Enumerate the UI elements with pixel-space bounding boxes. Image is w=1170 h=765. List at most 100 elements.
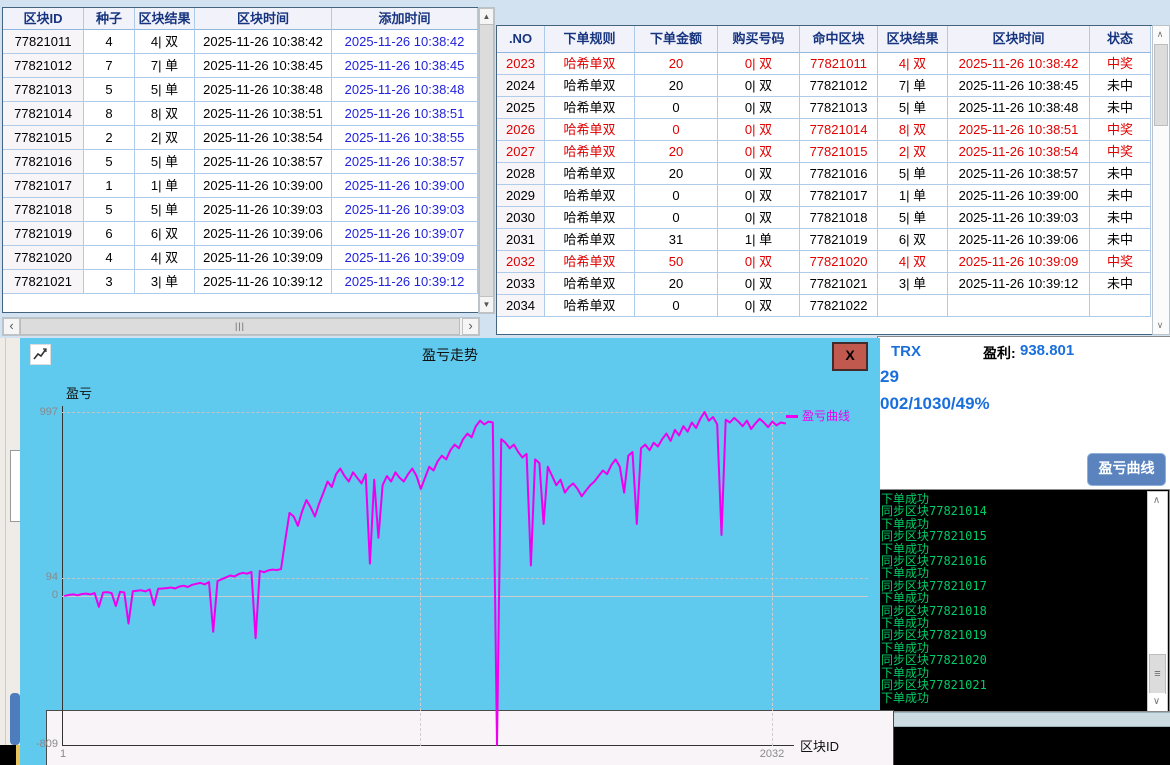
column-header[interactable]: 区块ID bbox=[3, 8, 84, 30]
table-row[interactable]: 7782101522| 双2025-11-26 10:38:542025-11-… bbox=[3, 126, 479, 150]
table-cell: 8| 双 bbox=[878, 119, 948, 141]
table-row[interactable]: 2024哈希单双200| 双778210127| 单2025-11-26 10:… bbox=[497, 75, 1153, 97]
table-cell: 3| 单 bbox=[135, 270, 195, 294]
table-row[interactable]: 7782102133| 单2025-11-26 10:39:122025-11-… bbox=[3, 270, 479, 294]
scroll-right-icon[interactable]: › bbox=[462, 318, 479, 335]
table-cell: 2025-11-26 10:38:42 bbox=[948, 53, 1090, 75]
x-axis-label: 区块ID bbox=[800, 736, 839, 755]
table-cell: 2025 bbox=[497, 97, 545, 119]
table-row[interactable]: 7782101277| 单2025-11-26 10:38:452025-11-… bbox=[3, 54, 479, 78]
table-cell: 未中 bbox=[1090, 97, 1151, 119]
table-cell: 哈希单双 bbox=[545, 273, 635, 295]
table-cell: 20 bbox=[635, 53, 718, 75]
table-cell: 2025-11-26 10:38:45 bbox=[332, 54, 478, 78]
table-cell: 2025-11-26 10:38:57 bbox=[195, 150, 332, 174]
column-header[interactable]: 下单金额 bbox=[635, 26, 718, 53]
scrollbar-thumb[interactable] bbox=[1154, 44, 1168, 126]
table-cell: 中奖 bbox=[1090, 251, 1151, 273]
table-cell: 5| 单 bbox=[878, 163, 948, 185]
console-line: 下单成功 bbox=[881, 567, 987, 579]
table-row[interactable]: 7782102044| 双2025-11-26 10:39:092025-11-… bbox=[3, 246, 479, 270]
table-cell: 2 bbox=[84, 126, 135, 150]
scroll-up-icon[interactable]: ▲ bbox=[479, 8, 494, 25]
table-cell: 77821017 bbox=[3, 174, 84, 198]
orders-table-vscrollbar[interactable]: ∧ ∨ bbox=[1152, 25, 1170, 335]
table-row[interactable]: 2032哈希单双500| 双778210204| 双2025-11-26 10:… bbox=[497, 251, 1153, 273]
window-titlebar[interactable]: 盈亏走势 X bbox=[20, 338, 880, 371]
column-header[interactable]: 区块结果 bbox=[135, 8, 195, 30]
table-cell: 2025-11-26 10:38:55 bbox=[332, 126, 478, 150]
table-cell: 0| 双 bbox=[718, 141, 800, 163]
column-header[interactable]: 区块时间 bbox=[195, 8, 332, 30]
console-line: 同步区块77821021 bbox=[881, 679, 987, 691]
scroll-up-icon[interactable]: ∧ bbox=[1153, 26, 1167, 43]
log-lines: 下单成功同步区块77821014下单成功同步区块77821015下单成功同步区块… bbox=[881, 493, 987, 704]
legend-label: 盈亏曲线 bbox=[802, 409, 850, 423]
table-cell: 77821021 bbox=[3, 270, 84, 294]
scroll-down-icon[interactable]: ∨ bbox=[1148, 693, 1165, 711]
scrollbar-thumb[interactable] bbox=[479, 24, 494, 297]
table-cell: 77821016 bbox=[800, 163, 878, 185]
column-header[interactable]: 区块时间 bbox=[948, 26, 1090, 53]
table-row[interactable]: 7782101144| 双2025-11-26 10:38:422025-11-… bbox=[3, 30, 479, 54]
table-row[interactable]: 7782101655| 单2025-11-26 10:38:572025-11-… bbox=[3, 150, 479, 174]
close-button[interactable]: X bbox=[832, 342, 868, 371]
scroll-down-icon[interactable]: ▼ bbox=[479, 296, 494, 313]
column-header[interactable]: 命中区块 bbox=[800, 26, 878, 53]
table-cell: 0| 双 bbox=[718, 53, 800, 75]
column-header[interactable]: 添加时间 bbox=[332, 8, 478, 30]
table-row[interactable]: 2033哈希单双200| 双778210213| 单2025-11-26 10:… bbox=[497, 273, 1153, 295]
table-row[interactable]: 2026哈希单双00| 双778210148| 双2025-11-26 10:3… bbox=[497, 119, 1153, 141]
table-cell: 2025-11-26 10:39:00 bbox=[948, 185, 1090, 207]
table-row[interactable]: 2030哈希单双00| 双778210185| 单2025-11-26 10:3… bbox=[497, 207, 1153, 229]
left-table-vscrollbar[interactable]: ▲ ▼ bbox=[478, 7, 495, 314]
scrollbar-thumb[interactable]: ||| bbox=[20, 318, 460, 335]
y-tick: 0 bbox=[34, 589, 58, 601]
table-cell: 2025-11-26 10:38:42 bbox=[195, 30, 332, 54]
profit-curve-button[interactable]: 盈亏曲线 bbox=[1087, 453, 1166, 486]
table-cell: 0 bbox=[635, 119, 718, 141]
table-row[interactable]: 2034哈希单双00| 双77821022 bbox=[497, 295, 1153, 317]
table-cell: 20 bbox=[635, 273, 718, 295]
scroll-up-icon[interactable]: ∧ bbox=[1148, 492, 1165, 510]
console-vscrollbar[interactable]: ∧ ≡ ∨ bbox=[1147, 491, 1168, 712]
table-row[interactable]: 7782101355| 单2025-11-26 10:38:482025-11-… bbox=[3, 78, 479, 102]
table-cell: 7| 单 bbox=[135, 54, 195, 78]
scroll-left-icon[interactable]: ‹ bbox=[3, 318, 20, 335]
left-table-hscrollbar[interactable]: ‹ ||| › bbox=[2, 317, 480, 336]
table-cell bbox=[1090, 295, 1151, 317]
table-row[interactable]: 7782101855| 单2025-11-26 10:39:032025-11-… bbox=[3, 198, 479, 222]
table-row[interactable]: 7782101488| 双2025-11-26 10:38:512025-11-… bbox=[3, 102, 479, 126]
table-cell: 77821020 bbox=[800, 251, 878, 273]
table-row[interactable]: 2029哈希单双00| 双778210171| 单2025-11-26 10:3… bbox=[497, 185, 1153, 207]
table-row[interactable]: 7782101711| 单2025-11-26 10:39:002025-11-… bbox=[3, 174, 479, 198]
table-row[interactable]: 2023哈希单双200| 双778210114| 双2025-11-26 10:… bbox=[497, 53, 1153, 75]
column-header[interactable]: 下单规则 bbox=[545, 26, 635, 53]
table-cell: 2023 bbox=[497, 53, 545, 75]
scrollbar-thumb[interactable]: ≡ bbox=[1149, 654, 1166, 694]
console-line: 下单成功 bbox=[881, 592, 987, 604]
table-cell: 77821013 bbox=[800, 97, 878, 119]
table-cell: 2| 双 bbox=[135, 126, 195, 150]
table-row[interactable]: 2025哈希单双00| 双778210135| 单2025-11-26 10:3… bbox=[497, 97, 1153, 119]
table-cell: 0| 双 bbox=[718, 163, 800, 185]
table-cell: 77821011 bbox=[800, 53, 878, 75]
table-row[interactable]: 2028哈希单双200| 双778210165| 单2025-11-26 10:… bbox=[497, 163, 1153, 185]
table-cell: 20 bbox=[635, 141, 718, 163]
table-cell: 77821018 bbox=[3, 198, 84, 222]
column-header[interactable]: 状态 bbox=[1090, 26, 1151, 53]
column-header[interactable]: 种子 bbox=[84, 8, 135, 30]
table-row[interactable]: 2027哈希单双200| 双778210152| 双2025-11-26 10:… bbox=[497, 141, 1153, 163]
table-cell: 6| 双 bbox=[878, 229, 948, 251]
scroll-down-icon[interactable]: ∨ bbox=[1153, 317, 1167, 334]
table-row[interactable]: 7782101966| 双2025-11-26 10:39:062025-11-… bbox=[3, 222, 479, 246]
column-header[interactable]: 购买号码 bbox=[718, 26, 800, 53]
column-header[interactable]: 区块结果 bbox=[878, 26, 948, 53]
column-header[interactable]: .NO bbox=[497, 26, 545, 53]
table-cell: 哈希单双 bbox=[545, 163, 635, 185]
table-row[interactable]: 2031哈希单双311| 单778210196| 双2025-11-26 10:… bbox=[497, 229, 1153, 251]
table-cell: 2025-11-26 10:38:51 bbox=[332, 102, 478, 126]
table-cell: 中奖 bbox=[1090, 141, 1151, 163]
table-cell: 哈希单双 bbox=[545, 295, 635, 317]
background-panel bbox=[0, 338, 21, 765]
